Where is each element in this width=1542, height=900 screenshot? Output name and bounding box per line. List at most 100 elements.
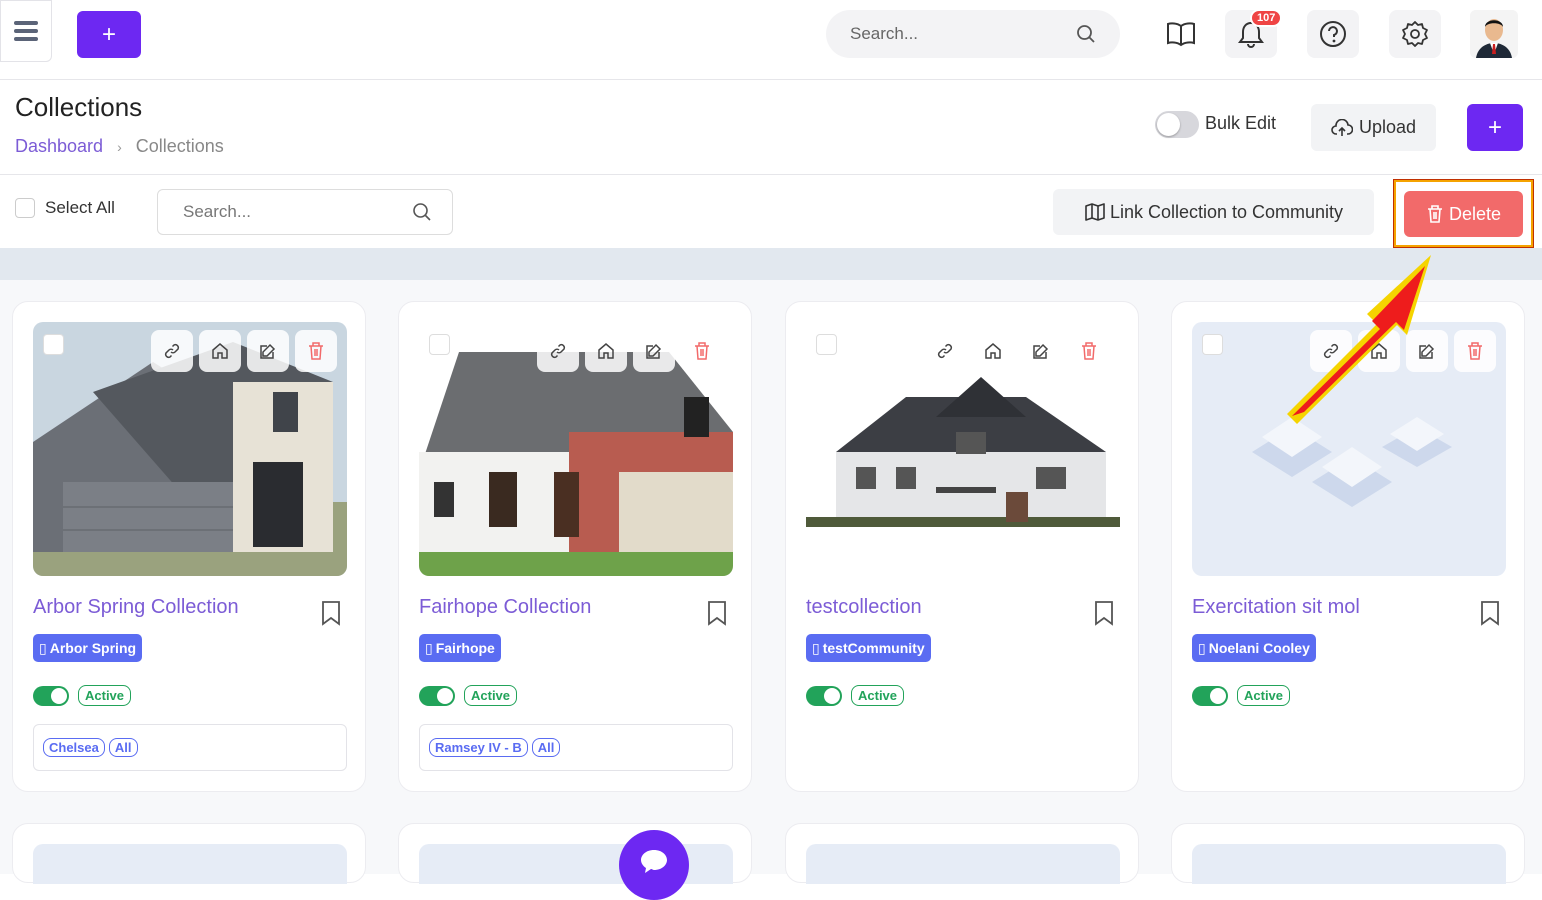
status-toggle[interactable] (419, 685, 455, 706)
community-badge: ▯ Arbor Spring (33, 634, 143, 662)
collection-card[interactable]: testcollection ▯ testCommunity Active (785, 301, 1139, 792)
collection-title[interactable]: Fairhope Collection (419, 596, 591, 619)
select-all[interactable]: Select All (15, 198, 115, 218)
delete-action-button[interactable] (295, 330, 337, 372)
bookmark-icon[interactable] (321, 600, 341, 626)
delete-button[interactable]: Delete (1404, 191, 1523, 237)
bookmark-icon[interactable] (707, 600, 727, 626)
edit-action-button[interactable] (633, 330, 675, 372)
breadcrumb-separator: › (117, 138, 122, 155)
book-open-icon (1167, 22, 1195, 47)
collection-title[interactable]: Arbor Spring Collection (33, 596, 239, 619)
status-toggle[interactable] (806, 685, 842, 706)
page-title: Collections (15, 92, 143, 122)
plans-list: Chelsea All (33, 724, 347, 771)
link-action-button[interactable] (924, 330, 966, 372)
delete-action-button[interactable] (1454, 330, 1496, 372)
notifications-button[interactable]: 107 (1225, 9, 1283, 58)
global-search-placeholder: Search... (850, 24, 919, 43)
trash-icon (309, 342, 323, 360)
community-badge: ▯ testCommunity (806, 634, 931, 662)
card-select-checkbox[interactable] (1202, 334, 1223, 355)
collection-card[interactable] (1171, 823, 1525, 884)
map-icon (1085, 203, 1105, 221)
home-icon (212, 343, 228, 359)
global-search-input[interactable]: Search... (826, 10, 1120, 58)
plan-pill: Ramsey IV - B (429, 738, 528, 757)
toggle-knob (1157, 113, 1180, 136)
status-row: Active (419, 685, 518, 706)
home-icon (985, 343, 1001, 359)
chat-bubble-icon (641, 850, 667, 873)
link-icon (550, 343, 566, 359)
status-row: Active (806, 685, 905, 706)
delete-label: Delete (1448, 203, 1502, 224)
edit-icon (1419, 343, 1435, 359)
link-action-button[interactable] (537, 330, 579, 372)
collection-card[interactable] (12, 823, 366, 884)
map-icon: ▯ (1198, 639, 1206, 656)
collection-title[interactable]: testcollection (806, 596, 922, 619)
link-action-button[interactable] (151, 330, 193, 372)
link-collection-label: Link Collection to Community (1109, 201, 1344, 222)
card-actions (537, 330, 723, 372)
docs-button[interactable] (1155, 10, 1207, 58)
add-collection-button[interactable]: + (1467, 104, 1523, 151)
delete-action-button[interactable] (1068, 330, 1110, 372)
edit-icon (1033, 343, 1049, 359)
bookmark-icon[interactable] (1480, 600, 1500, 626)
menu-toggle-button[interactable] (0, 0, 52, 62)
collection-image (33, 322, 347, 576)
help-button[interactable] (1307, 10, 1359, 58)
delete-action-button[interactable] (681, 330, 723, 372)
collection-card[interactable] (785, 823, 1139, 884)
map-icon: ▯ (812, 639, 820, 656)
status-toggle[interactable] (33, 685, 69, 706)
plan-pill: All (108, 738, 138, 757)
select-all-checkbox[interactable] (15, 198, 35, 218)
breadcrumb-current: Collections (135, 136, 224, 156)
card-select-checkbox[interactable] (429, 334, 450, 355)
trash-icon (695, 342, 709, 360)
edit-icon (646, 343, 662, 359)
plus-icon: + (1487, 113, 1502, 141)
community-action-button[interactable] (199, 330, 241, 372)
community-action-button[interactable] (1358, 330, 1400, 372)
collection-card[interactable]: Fairhope Collection ▯ Fairhope Active Ram… (398, 301, 752, 792)
user-avatar[interactable] (1470, 10, 1518, 58)
breadcrumb-dashboard-link[interactable]: Dashboard (15, 136, 103, 157)
settings-button[interactable] (1389, 10, 1441, 58)
collection-card[interactable]: Exercitation sit mol ▯ Noelani Cooley Act… (1171, 301, 1525, 792)
collection-title[interactable]: Exercitation sit mol (1192, 596, 1360, 619)
link-icon (1323, 343, 1339, 359)
notification-badge: 107 (1250, 9, 1283, 27)
card-select-checkbox[interactable] (43, 334, 64, 355)
bookmark-icon[interactable] (1094, 600, 1114, 626)
chat-button[interactable] (619, 830, 689, 900)
collection-card[interactable] (398, 823, 752, 884)
edit-action-button[interactable] (247, 330, 289, 372)
trash-icon (1468, 342, 1482, 360)
collection-search-input[interactable]: Search... (157, 189, 453, 235)
home-icon (598, 343, 614, 359)
card-select-checkbox[interactable] (816, 334, 837, 355)
community-action-button[interactable] (972, 330, 1014, 372)
card-actions (1310, 330, 1496, 372)
community-action-button[interactable] (585, 330, 627, 372)
status-toggle[interactable] (1192, 685, 1228, 706)
bulk-edit-toggle[interactable] (1155, 111, 1199, 138)
plus-icon: + (101, 20, 116, 48)
link-action-button[interactable] (1310, 330, 1352, 372)
collection-card[interactable]: Arbor Spring Collection ▯ Arbor Spring Ac… (12, 301, 366, 792)
map-icon: ▯ (39, 639, 47, 656)
upload-button[interactable]: Upload (1311, 104, 1436, 151)
link-collection-to-community-button[interactable]: Link Collection to Community (1053, 189, 1374, 235)
collection-image (806, 322, 1120, 576)
upload-label: Upload (1358, 117, 1417, 137)
edit-action-button[interactable] (1020, 330, 1062, 372)
quick-add-button[interactable]: + (77, 11, 141, 58)
delete-highlight-box: Delete (1393, 179, 1534, 248)
plan-pill: All (531, 738, 561, 757)
community-badge: ▯ Fairhope (419, 634, 501, 662)
edit-action-button[interactable] (1406, 330, 1448, 372)
